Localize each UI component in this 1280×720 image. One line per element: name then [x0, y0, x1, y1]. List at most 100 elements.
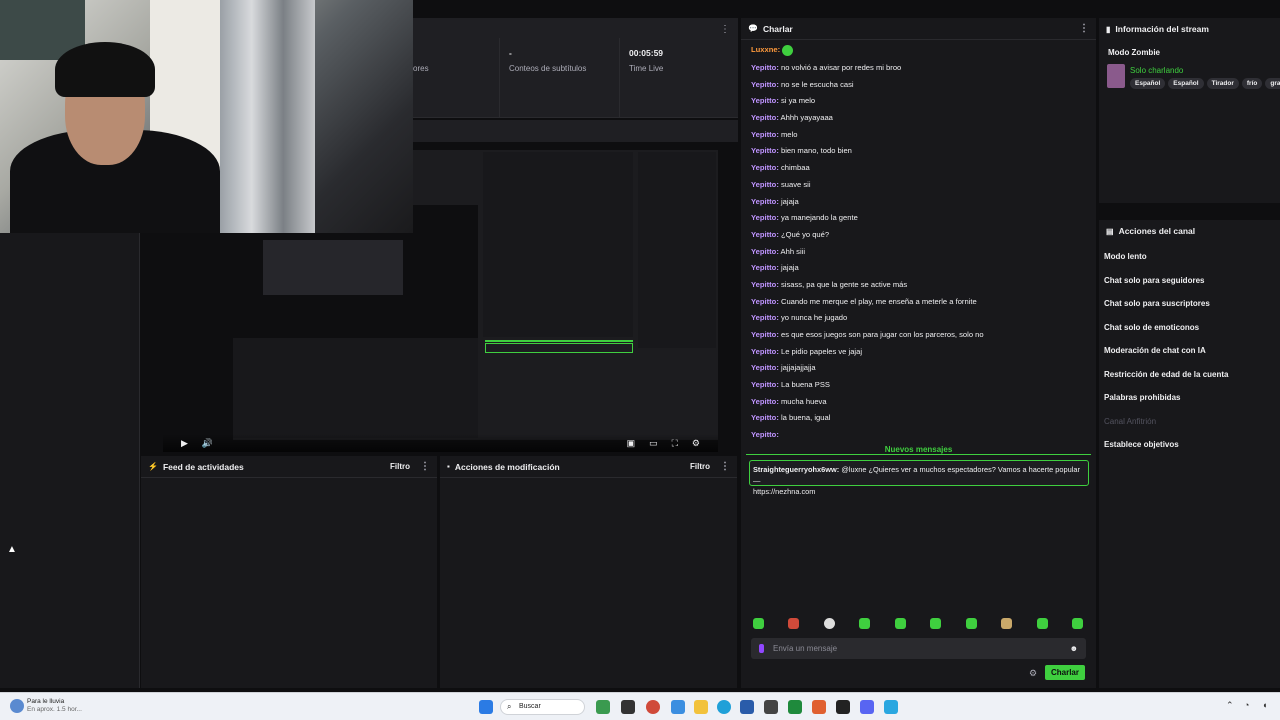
- emote-icon[interactable]: [1071, 618, 1083, 629]
- emote-icon[interactable]: [1036, 618, 1048, 629]
- app-icon[interactable]: [740, 700, 754, 714]
- chat-bubble-icon: 💬: [748, 24, 758, 33]
- stream-tag[interactable]: gra: [1265, 78, 1280, 89]
- folder-icon[interactable]: [694, 700, 708, 714]
- mods-kebab-icon[interactable]: ⋮: [720, 461, 730, 472]
- chat-username[interactable]: Yepitto:: [751, 197, 779, 206]
- pinned-username[interactable]: Straighteguerryohx6ww:: [753, 465, 839, 474]
- weather-icon[interactable]: [10, 699, 24, 713]
- edge-icon[interactable]: [717, 700, 731, 714]
- stream-tag[interactable]: frío: [1241, 78, 1263, 89]
- volume-icon[interactable]: 🔊: [202, 438, 213, 449]
- play-icon[interactable]: ▶: [181, 438, 188, 449]
- chat-username[interactable]: Yepitto:: [751, 96, 779, 105]
- category-thumbnail[interactable]: [1107, 64, 1125, 88]
- app-icon[interactable]: [596, 700, 610, 714]
- channel-action-item[interactable]: Establece objetivos: [1099, 433, 1280, 457]
- chat-username[interactable]: Yepitto:: [751, 180, 779, 189]
- chat-message: Yepitto: Le pidio papeles ve jajaj: [741, 344, 1096, 361]
- emote-icon[interactable]: [859, 618, 871, 629]
- chat-username[interactable]: Yepitto:: [751, 263, 779, 272]
- chat-username[interactable]: Yepitto:: [751, 380, 779, 389]
- chat-kebab-icon[interactable]: ⋮: [1079, 23, 1089, 34]
- chat-username[interactable]: Yepitto:: [751, 347, 779, 356]
- mods-filter-button[interactable]: Filtro: [690, 462, 710, 471]
- fullscreen-icon[interactable]: ⛶: [672, 438, 678, 449]
- stream-category[interactable]: Solo charlando: [1130, 66, 1183, 75]
- feed-filter-button[interactable]: Filtro: [390, 462, 410, 471]
- app-icon[interactable]: [764, 700, 778, 714]
- chat-settings-icon[interactable]: ⚙: [1029, 668, 1037, 679]
- volume-icon[interactable]: ◖: [1262, 700, 1267, 710]
- channel-action-item[interactable]: Modo lento: [1099, 245, 1280, 269]
- emote-icon[interactable]: [965, 618, 977, 629]
- app-icon[interactable]: [884, 700, 898, 714]
- chat-username[interactable]: Yepitto:: [751, 247, 779, 256]
- stream-tag[interactable]: Español: [1130, 78, 1166, 89]
- stat-subtitle-counts: - Conteos de subtítulos: [509, 48, 587, 73]
- stream-tag[interactable]: Tirador: [1206, 78, 1239, 89]
- chat-username[interactable]: Yepitto:: [751, 397, 779, 406]
- app-icon[interactable]: [860, 700, 874, 714]
- info-title: Información del stream: [1115, 24, 1209, 34]
- feed-kebab-icon[interactable]: ⋮: [420, 461, 430, 472]
- windows-start-icon[interactable]: [479, 700, 493, 714]
- channel-action-item[interactable]: Chat solo para suscriptores: [1099, 292, 1280, 316]
- pinned-link[interactable]: https://nezhna.com: [753, 487, 815, 496]
- emoji-icon[interactable]: ☻: [1070, 644, 1078, 653]
- taskbar-search[interactable]: ⌕ Buscar: [500, 699, 585, 715]
- settings-icon[interactable]: ⚙: [692, 438, 700, 449]
- channel-action-item[interactable]: Moderación de chat con IA: [1099, 339, 1280, 363]
- chat-username[interactable]: Yepitto:: [751, 330, 779, 339]
- chat-message-text: ¿Qué yo qué?: [780, 229, 830, 239]
- emote-icon[interactable]: [1001, 618, 1013, 629]
- chat-username[interactable]: Yepitto:: [751, 430, 779, 439]
- app-icon[interactable]: [671, 700, 685, 714]
- chat-username[interactable]: Yepitto:: [751, 163, 779, 172]
- chat-message-text: sisass, pa que la gente se active más: [780, 279, 908, 289]
- emote-icon[interactable]: [788, 618, 800, 629]
- emote-icon[interactable]: [823, 618, 835, 629]
- chat-send-button[interactable]: Charlar: [1045, 665, 1085, 680]
- chat-message-text: Le pidio papeles ve jajaj: [780, 346, 863, 356]
- channel-action-item[interactable]: Chat solo para seguidores: [1099, 269, 1280, 293]
- channel-action-item[interactable]: Restricción de edad de la cuenta: [1099, 363, 1280, 387]
- weather-widget[interactable]: Para le lluvia En aprox. 1.5 hor...: [27, 698, 82, 714]
- app-icon[interactable]: [646, 700, 660, 714]
- chat-username[interactable]: Yepitto:: [751, 146, 779, 155]
- theatre-icon[interactable]: ▭: [649, 438, 658, 449]
- chat-input[interactable]: Envía un mensaje ☻: [751, 638, 1086, 659]
- chat-message-text: La buena PSS: [780, 380, 830, 390]
- chat-username[interactable]: Yepitto:: [751, 213, 779, 222]
- chat-username[interactable]: Yepitto:: [751, 130, 779, 139]
- chat-username[interactable]: Yepitto:: [751, 413, 779, 422]
- channel-action-item[interactable]: Palabras prohibidas: [1099, 386, 1280, 410]
- app-icon[interactable]: [812, 700, 826, 714]
- chat-username[interactable]: Yepitto:: [751, 297, 779, 306]
- chat-username[interactable]: Yepitto:: [751, 363, 779, 372]
- chat-message: Yepitto: ¿Qué yo qué?: [741, 227, 1096, 244]
- stats-kebab-icon[interactable]: ⋮: [720, 24, 730, 35]
- chat-message-text: Ahh siii: [780, 246, 806, 256]
- excel-icon[interactable]: [788, 700, 802, 714]
- chevron-up-icon[interactable]: ⌃: [1226, 700, 1234, 711]
- chat-username[interactable]: Yepitto:: [751, 313, 779, 322]
- emote-icon[interactable]: [894, 618, 906, 629]
- chat-message-list: Yepitto: no volvió a avisar por redes mi…: [741, 60, 1096, 444]
- clip-icon[interactable]: ▣: [627, 438, 636, 449]
- chat-username[interactable]: Yepitto:: [751, 230, 779, 239]
- wifi-icon[interactable]: ◔: [1244, 700, 1249, 710]
- chat-username[interactable]: Yepitto:: [751, 113, 779, 122]
- channel-action-item[interactable]: Chat solo de emoticonos: [1099, 316, 1280, 340]
- new-messages-label[interactable]: Nuevos mensajes: [741, 445, 1096, 454]
- chat-username[interactable]: Yepitto:: [751, 280, 779, 289]
- chat-message-text: es que esos juegos son para jugar con lo…: [780, 330, 984, 339]
- chat-username[interactable]: Yepitto:: [751, 63, 779, 72]
- emote-icon[interactable]: [930, 618, 942, 629]
- app-icon[interactable]: [836, 700, 850, 714]
- stream-tag[interactable]: Español: [1168, 78, 1204, 89]
- app-icon[interactable]: [621, 700, 635, 714]
- emote-icon[interactable]: [753, 618, 764, 629]
- chat-username[interactable]: Yepitto:: [751, 80, 779, 89]
- chat-username[interactable]: Luxxne:: [751, 45, 780, 54]
